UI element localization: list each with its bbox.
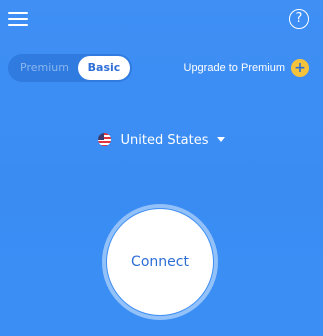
plus-icon: +: [291, 59, 309, 77]
menu-bar: [8, 12, 28, 14]
basic-option[interactable]: Basic: [78, 56, 130, 80]
menu-bar: [8, 18, 28, 20]
location-label: United States: [120, 133, 209, 148]
menu-bar: [8, 24, 28, 26]
menu-icon[interactable]: [8, 11, 28, 27]
premium-option[interactable]: Premium: [20, 54, 69, 82]
connect-button[interactable]: Connect: [106, 208, 214, 316]
us-flag-icon: [98, 133, 112, 146]
upgrade-to-premium-button[interactable]: Upgrade to Premium +: [183, 59, 309, 77]
location-selector[interactable]: United States: [0, 133, 323, 148]
upgrade-label: Upgrade to Premium: [183, 62, 286, 74]
chevron-down-icon: [216, 137, 225, 142]
help-icon[interactable]: ?: [289, 9, 309, 29]
plan-toggle[interactable]: Premium Basic: [8, 54, 132, 82]
